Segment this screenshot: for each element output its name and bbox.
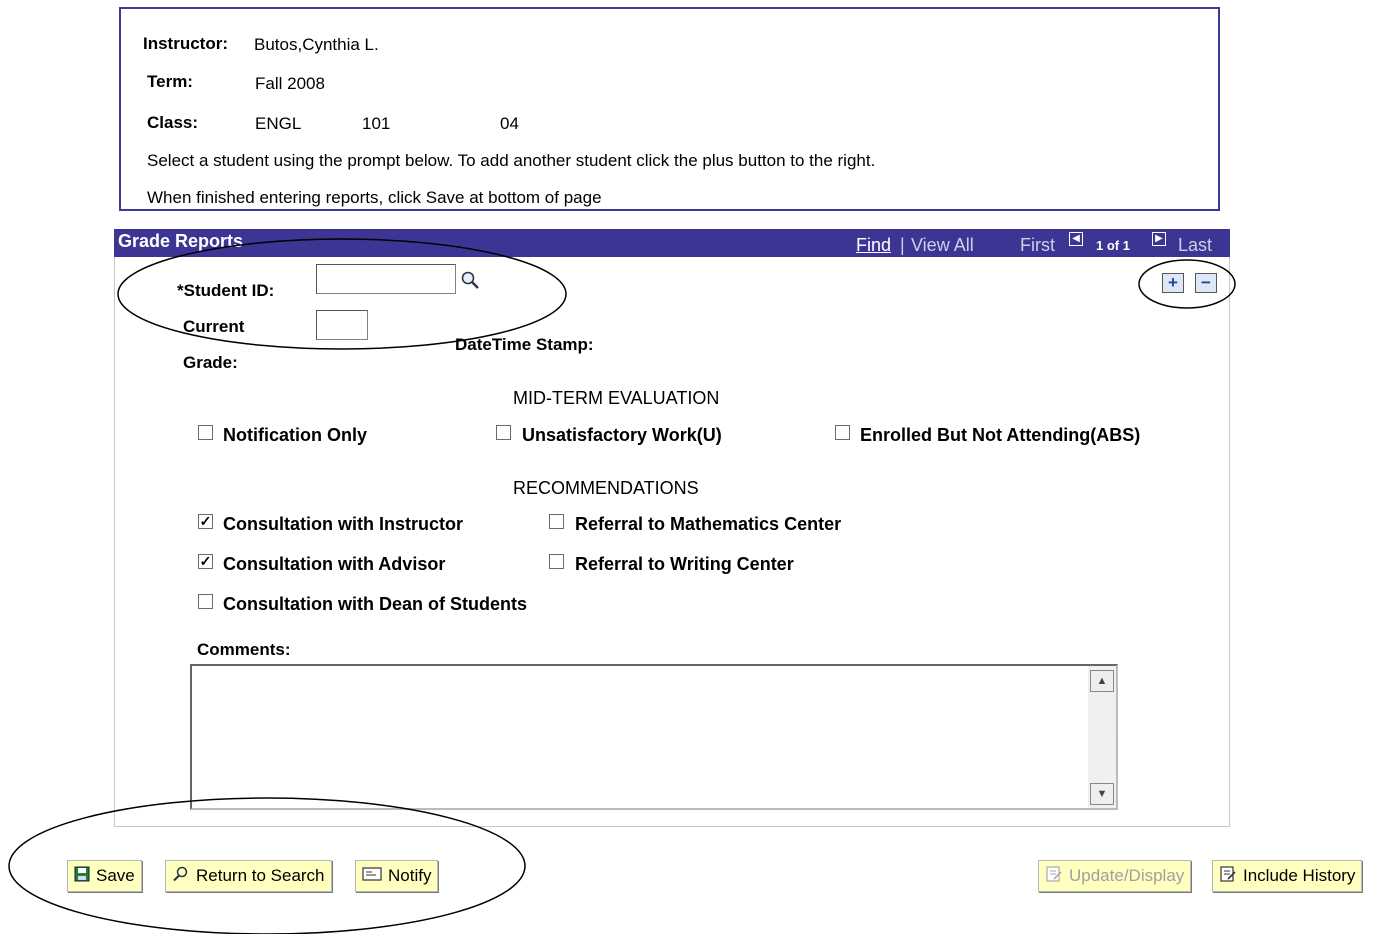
instruction-text-2: When finished entering reports, click Sa… xyxy=(147,188,602,207)
magnifier-icon[interactable] xyxy=(460,270,482,297)
page-info: 1 of 1 xyxy=(1096,238,1130,253)
grid-title: Grade Reports xyxy=(118,231,244,251)
student-id-label: *Student ID: xyxy=(177,281,275,300)
recommendations-header: RECOMMENDATIONS xyxy=(513,478,699,498)
nav-separator: | xyxy=(900,235,905,255)
notify-icon xyxy=(362,862,382,892)
history-icon xyxy=(1219,862,1237,892)
student-id-input[interactable] xyxy=(316,264,456,294)
add-row-button[interactable]: + xyxy=(1162,273,1184,293)
consult-instructor-label: Consultation with Instructor xyxy=(223,514,463,534)
update-display-label: Update/Display xyxy=(1069,866,1185,885)
enrolled-not-attending-label: Enrolled But Not Attending(ABS) xyxy=(860,425,1141,445)
referral-math-label: Referral to Mathematics Center xyxy=(575,514,842,534)
next-arrow-icon[interactable]: ▶ xyxy=(1152,232,1166,246)
term-label: Term: xyxy=(147,72,193,91)
return-to-search-label: Return to Search xyxy=(196,866,325,885)
grid-header-bar: Grade Reports Find | View All First ◀ 1 … xyxy=(114,229,1230,257)
delete-row-button[interactable]: − xyxy=(1195,273,1217,293)
current-label: Current xyxy=(183,317,245,336)
datetime-stamp-label: DateTime Stamp: xyxy=(455,335,594,354)
checkbox-enrolled-not-attending[interactable] xyxy=(835,425,850,440)
grade-label: Grade: xyxy=(183,353,238,372)
checkbox-unsatisfactory-work[interactable] xyxy=(496,425,511,440)
floppy-icon xyxy=(74,862,90,892)
unsatisfactory-work-label: Unsatisfactory Work(U) xyxy=(522,425,722,445)
consult-dean-label: Consultation with Dean of Students xyxy=(223,594,527,614)
scroll-up-icon[interactable]: ▲ xyxy=(1090,670,1114,692)
checkbox-consult-dean[interactable] xyxy=(198,594,213,609)
instructor-label: Instructor: xyxy=(143,34,228,53)
checkbox-referral-writing[interactable] xyxy=(549,554,564,569)
instructor-value: Butos,Cynthia L. xyxy=(254,35,379,54)
checkbox-consult-advisor[interactable]: ✓ xyxy=(198,554,213,569)
referral-writing-label: Referral to Writing Center xyxy=(575,554,794,574)
include-history-button[interactable]: Include History xyxy=(1212,860,1363,892)
class-section: 04 xyxy=(500,114,519,133)
include-history-label: Include History xyxy=(1243,866,1356,885)
class-label: Class: xyxy=(147,113,199,132)
search-return-icon xyxy=(172,862,190,892)
term-value: Fall 2008 xyxy=(255,74,325,93)
comments-textarea[interactable] xyxy=(190,664,1118,810)
scroll-down-icon[interactable]: ▼ xyxy=(1090,783,1114,805)
comments-label: Comments: xyxy=(197,640,291,659)
update-icon xyxy=(1045,862,1063,892)
checkbox-consult-instructor[interactable]: ✓ xyxy=(198,514,213,529)
notification-only-label: Notification Only xyxy=(223,425,367,445)
save-label: Save xyxy=(96,866,135,885)
find-link[interactable]: Find xyxy=(856,235,891,256)
instruction-text-1: Select a student using the prompt below.… xyxy=(147,151,876,170)
consult-advisor-label: Consultation with Advisor xyxy=(223,554,446,574)
checkbox-referral-math[interactable] xyxy=(549,514,564,529)
class-subject: ENGL xyxy=(255,114,302,133)
return-to-search-button[interactable]: Return to Search xyxy=(165,860,332,892)
last-link[interactable]: Last xyxy=(1178,235,1212,256)
current-grade-field xyxy=(316,310,368,340)
previous-arrow-icon[interactable]: ◀ xyxy=(1069,232,1083,246)
update-display-button[interactable]: Update/Display xyxy=(1038,860,1192,892)
save-button[interactable]: Save xyxy=(67,860,142,892)
first-link[interactable]: First xyxy=(1020,235,1055,256)
view-all-link[interactable]: View All xyxy=(911,235,974,256)
checkbox-notification-only[interactable] xyxy=(198,425,213,440)
notify-label: Notify xyxy=(388,866,432,885)
class-number: 101 xyxy=(362,114,391,133)
notify-button[interactable]: Notify xyxy=(355,860,439,892)
midterm-header: MID-TERM EVALUATION xyxy=(513,388,720,408)
